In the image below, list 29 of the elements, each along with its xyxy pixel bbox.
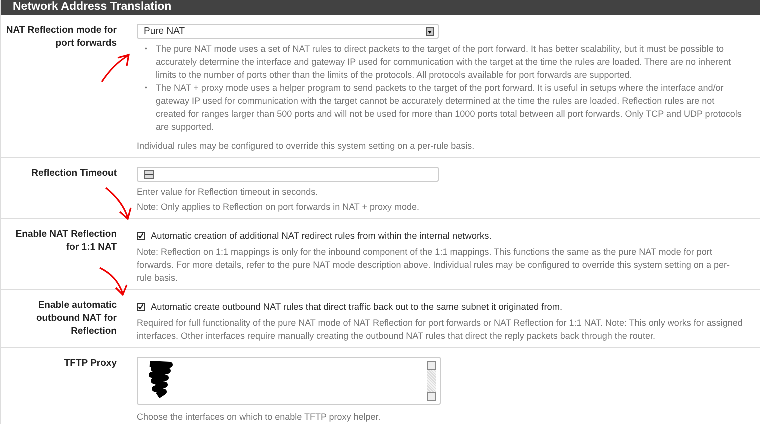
scrollbar[interactable] bbox=[427, 361, 436, 401]
panel-title: Network Address Translation bbox=[1, 0, 760, 15]
scroll-up-icon[interactable] bbox=[427, 361, 436, 370]
help-text: The NAT + proxy mode uses a helper program to send packets to the target of the port forward. It is useful in setups where the interface and/or gateway IP used for communication with the target cannot be accurately determined at the time the rules are loaded. Reflection rules are not created for ranges larger than 500 ports and will not be used for more than 1000 ports total between all port forwards. Only TCP and UDP protocols are supported. bbox=[156, 82, 743, 134]
field-label: Enable automatic outbound NAT for Reflection bbox=[35, 299, 117, 338]
checkbox-label: Automatic create outbound NAT rules that direct traffic back out to the same subnet it originated from. bbox=[151, 302, 563, 312]
annotation-arrow bbox=[99, 267, 128, 296]
interface-list[interactable] bbox=[137, 357, 441, 405]
help-text: The pure NAT mode uses a set of NAT rules to direct packets to the target of the port forward. It has better scalability, but it must be possible to accurately determine the interface and gateway IP used for communication with the target at the time the rules are loaded. There are no inherent limits to the number of ports other than the limits of the protocols. All protocols available for port forwards are supported. bbox=[156, 43, 732, 82]
checkbox[interactable] bbox=[137, 302, 145, 310]
field-label: NAT Reflection mode for port forwards bbox=[5, 24, 117, 50]
checkbox-label: Automatic creation of additional NAT redirect rules from within the internal networks. bbox=[151, 230, 492, 240]
field-label: Reflection Timeout bbox=[30, 167, 117, 180]
spinner-icon[interactable] bbox=[144, 170, 154, 179]
redaction-scribble bbox=[146, 361, 174, 399]
help-text: Enter value for Reflection timeout in seconds. bbox=[137, 186, 320, 199]
checkbox[interactable] bbox=[137, 232, 145, 240]
field-label: TFTP Proxy bbox=[63, 357, 117, 370]
field-label: Enable NAT Reflection for 1:1 NAT bbox=[14, 228, 117, 254]
help-text: Note: Reflection on 1:1 mappings is only for the inbound component of the 1:1 mappings. This functions the same as the pure NAT mode for port forwards. For more details, refer to the pure NAT mode description above. Individual rules may be configured to override this system setting on a per-rule basis. bbox=[137, 246, 731, 285]
help-text: Individual rules may be configured to override this system setting on a per-rule basis. bbox=[137, 140, 476, 153]
scroll-down-icon[interactable] bbox=[427, 392, 436, 401]
number-field[interactable] bbox=[137, 167, 439, 182]
help-text: Required for full functionality of the pure NAT mode of NAT Reflection for port forwards or NAT Reflection for 1:1 NAT. Note: This only works for assigned interfaces. Other interfaces require manually creating the outbound NAT rules that direct the reply packets back through the router. bbox=[137, 317, 744, 343]
annotation-arrow bbox=[101, 54, 130, 83]
help-text: Choose the interfaces on which to enable TFTP proxy helper. bbox=[137, 411, 382, 424]
annotation-arrow bbox=[105, 187, 132, 220]
help-text: Note: Only applies to Reflection on port forwards in NAT + proxy mode. bbox=[137, 201, 421, 214]
dropdown[interactable]: Pure NAT bbox=[137, 24, 439, 39]
